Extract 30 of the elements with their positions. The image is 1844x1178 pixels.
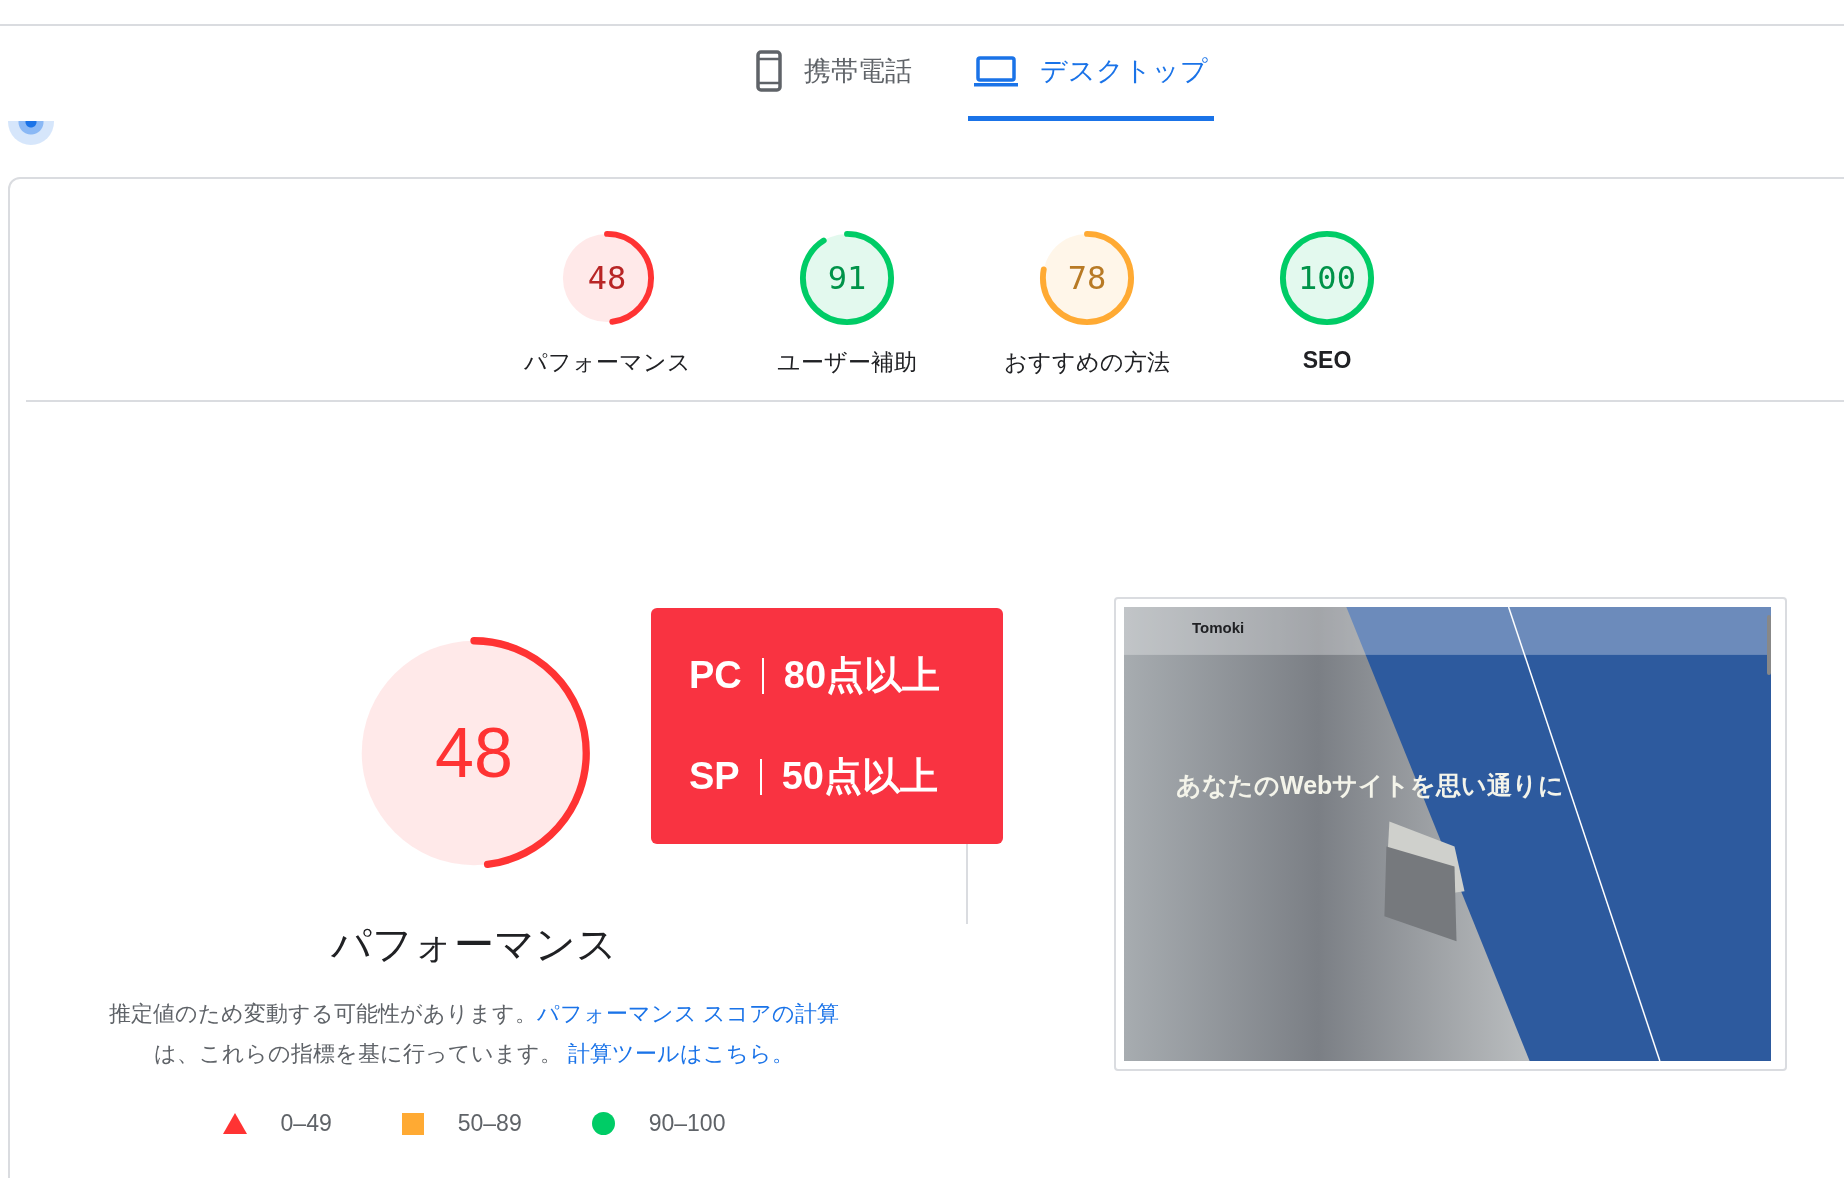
laptop-icon	[974, 55, 1018, 87]
score-value: 100	[1298, 262, 1356, 294]
device-label: SP	[689, 755, 740, 798]
score-calculation-link[interactable]: パフォーマンス スコアの計算	[536, 1001, 840, 1026]
square-icon	[401, 1112, 424, 1135]
site-logo: Tomoki	[1192, 619, 1245, 636]
score-value: 48	[587, 262, 627, 294]
device-tab[interactable]: デスクトップ	[968, 26, 1214, 121]
score-value: 91	[827, 262, 867, 294]
triangle-icon	[222, 1113, 247, 1134]
score-value: 78	[1067, 262, 1107, 294]
threshold-value: 50点以上	[781, 754, 938, 799]
performance-title: パフォーマンス	[331, 921, 617, 968]
site-headline: あなたのWebサイトを思い通りに	[1176, 770, 1565, 801]
score-label[interactable]: SEO	[1302, 347, 1352, 374]
calculator-link[interactable]: 計算ツールはこちら。	[568, 1041, 795, 1066]
legend-range: 50–89	[457, 1110, 522, 1137]
device-label: PC	[689, 654, 742, 697]
performance-score: 48	[435, 718, 513, 788]
legend-range: 90–100	[648, 1110, 726, 1137]
threshold-value: 80点以上	[783, 653, 941, 698]
score-description: 推定値のため変動する可能性があります。パフォーマンス スコアの計算 は、これらの指標を基に行っています。 計算ツールはこちら。	[108, 1000, 840, 1068]
circle-icon	[591, 1112, 615, 1135]
legend-range: 0–49	[280, 1110, 332, 1137]
device-tab[interactable]: 携帯電話	[750, 26, 918, 121]
score-label[interactable]: おすすめの方法	[1004, 347, 1170, 378]
scrollbar-thumb	[1767, 615, 1771, 675]
score-label[interactable]: ユーザー補助	[777, 347, 917, 378]
phone-icon	[756, 50, 782, 92]
score-label[interactable]: パフォーマンス	[523, 347, 691, 378]
